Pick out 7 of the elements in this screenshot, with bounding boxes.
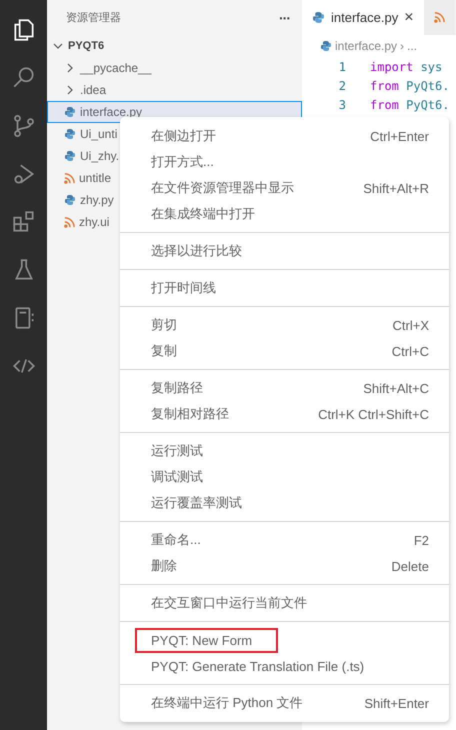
code-line: import sys: [370, 60, 442, 74]
explorer-title: 资源管理器: [66, 11, 121, 25]
line-number: 2: [338, 78, 346, 92]
line-number: 3: [338, 98, 346, 112]
code-line: from PyQt6.: [370, 98, 450, 112]
code-line: from PyQt6.: [370, 78, 450, 92]
line-number: 1: [338, 60, 346, 74]
